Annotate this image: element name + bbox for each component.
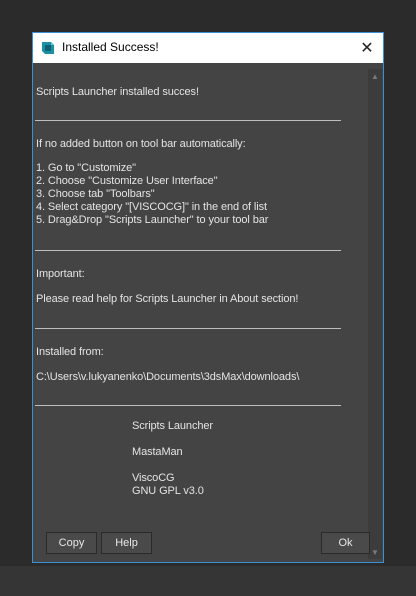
step-2: 2. Choose "Customize User Interface" — [36, 175, 218, 187]
scroll-up-arrow-icon[interactable]: ▲ — [368, 69, 382, 83]
divider — [35, 250, 341, 251]
vertical-scrollbar[interactable]: ▲ ▼ — [368, 69, 382, 559]
instructions-heading: If no added button on tool bar automatic… — [36, 138, 246, 150]
step-5: 5. Drag&Drop "Scripts Launcher" to your … — [36, 214, 269, 226]
3ds-max-icon — [41, 40, 57, 56]
background-panel — [0, 566, 416, 596]
step-3: 3. Choose tab "Toolbars" — [36, 188, 155, 200]
window-title: Installed Success! — [62, 40, 159, 54]
divider — [35, 328, 341, 329]
ok-button[interactable]: Ok — [321, 532, 370, 554]
installed-from-label: Installed from: — [36, 346, 104, 358]
close-icon[interactable]: ✕ — [351, 33, 383, 63]
copy-button[interactable]: Copy — [46, 532, 97, 554]
info-text-area[interactable]: Scripts Launcher installed succes! If no… — [35, 69, 368, 559]
scroll-down-arrow-icon[interactable]: ▼ — [368, 545, 382, 559]
divider — [35, 405, 341, 406]
help-button[interactable]: Help — [101, 532, 152, 554]
title-bar[interactable]: Installed Success! ✕ — [33, 33, 383, 63]
step-1: 1. Go to "Customize" — [36, 162, 136, 174]
credits-product: Scripts Launcher — [132, 420, 213, 432]
credits-author: MastaMan — [132, 446, 183, 458]
step-4: 4. Select category "[VISCOCG]" in the en… — [36, 201, 267, 213]
installed-message: Scripts Launcher installed succes! — [36, 86, 199, 98]
installed-success-dialog: Installed Success! ✕ Scripts Launcher in… — [32, 32, 384, 563]
credits-company: ViscoCG — [132, 472, 175, 484]
credits-license: GNU GPL v3.0 — [132, 485, 204, 497]
important-text: Please read help for Scripts Launcher in… — [36, 293, 299, 305]
installed-from-path: C:\Users\v.lukyanenko\Documents\3dsMax\d… — [36, 371, 300, 383]
important-label: Important: — [36, 268, 85, 280]
divider — [35, 120, 341, 121]
